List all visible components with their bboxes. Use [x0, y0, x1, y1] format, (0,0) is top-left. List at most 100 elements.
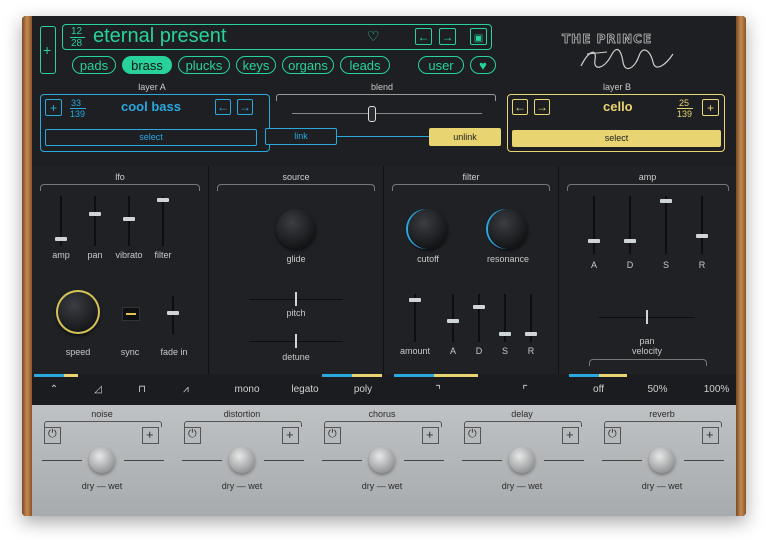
- filter-s-slider[interactable]: [499, 331, 511, 336]
- link-button[interactable]: link: [265, 128, 337, 145]
- fx-distortion-mix-knob[interactable]: [229, 447, 255, 473]
- fx-delay-add-button[interactable]: +: [562, 427, 579, 444]
- filter-type-indicator-b: [434, 374, 478, 377]
- layer-a-next-button[interactable]: →: [237, 99, 253, 115]
- category-plucks[interactable]: plucks: [178, 56, 230, 74]
- fx-chorus-add-button[interactable]: +: [422, 427, 439, 444]
- next-preset-button[interactable]: →: [439, 28, 456, 45]
- fx-noise-mix-knob[interactable]: [89, 447, 115, 473]
- filter-d-slider[interactable]: [473, 304, 485, 309]
- lfo-vibrato-slider[interactable]: [123, 216, 135, 221]
- power-icon: ⏻: [48, 428, 57, 440]
- category-brass[interactable]: brass: [122, 56, 172, 74]
- filter-title-bracket: [392, 184, 550, 191]
- fx-distortion-power-button[interactable]: ⏻: [184, 427, 201, 444]
- fx-reverb-power-button[interactable]: ⏻: [604, 427, 621, 444]
- layer-b-add-button[interactable]: +: [702, 99, 719, 116]
- lfo-panel: lfo amp pan vibrato filter speed sync fade …: [32, 166, 209, 374]
- category-organs[interactable]: organs: [282, 56, 334, 74]
- velocity-0-tab[interactable]: off: [569, 384, 628, 395]
- detune-slider[interactable]: [295, 334, 297, 348]
- amp-pan-slider[interactable]: [646, 310, 648, 324]
- fx-chorus-mix-knob[interactable]: [369, 447, 395, 473]
- brand-signature: [580, 48, 674, 70]
- fx-noise-power-button[interactable]: ⏻: [44, 427, 61, 444]
- category-pads[interactable]: pads: [72, 56, 116, 74]
- wave-square-tab[interactable]: ⊓: [120, 384, 164, 395]
- mode-mono-tab[interactable]: mono: [218, 384, 276, 395]
- layer-a-select-button[interactable]: select: [45, 129, 257, 146]
- category-keys[interactable]: keys: [236, 56, 276, 74]
- lfo-pan-slider[interactable]: [89, 212, 101, 217]
- plus-icon: +: [706, 101, 714, 115]
- velocity-2-tab[interactable]: 100%: [687, 384, 746, 395]
- lfo-sync-button[interactable]: [122, 307, 140, 321]
- fx-distortion-mix-label: dry — wet: [221, 481, 263, 491]
- heart-outline-icon[interactable]: ♡: [367, 28, 380, 45]
- lfo-filter-track: [162, 196, 164, 246]
- lfo-fade-in-slider[interactable]: [167, 311, 179, 315]
- favorites-button[interactable]: ♥: [470, 56, 496, 74]
- layer-a-name[interactable]: cool bass: [121, 99, 181, 114]
- velocity-1-tab[interactable]: 50%: [628, 384, 687, 395]
- triangle-wave-icon: ⌃: [49, 384, 59, 395]
- fx-delay-power-button[interactable]: ⏻: [464, 427, 481, 444]
- glide-knob[interactable]: [276, 209, 316, 249]
- category-leads[interactable]: leads: [340, 56, 390, 74]
- wave-random-tab[interactable]: ⩘: [164, 384, 208, 395]
- wave-saw-tab[interactable]: ◿: [76, 384, 120, 395]
- mode-legato-tab[interactable]: legato: [276, 384, 334, 395]
- amp-a-track: [593, 196, 595, 254]
- amp-d-slider[interactable]: [624, 239, 636, 244]
- amp-s-slider[interactable]: [660, 198, 672, 203]
- filter-r-slider[interactable]: [525, 331, 537, 336]
- resonance-knob[interactable]: [488, 209, 528, 249]
- fx-chorus-title: chorus: [368, 409, 396, 419]
- velocity-label: velocity: [631, 346, 662, 356]
- fx-distortion-add-button[interactable]: +: [282, 427, 299, 444]
- fx-chorus-power-button[interactable]: ⏻: [324, 427, 341, 444]
- layer-a-prev-button[interactable]: ←: [215, 99, 231, 115]
- preset-name[interactable]: eternal present: [93, 25, 226, 48]
- lfo-filter-label: filter: [154, 250, 172, 260]
- fx-noise-add-button[interactable]: +: [142, 427, 159, 444]
- layer-b-select-button[interactable]: select: [512, 130, 721, 147]
- layer-b-name[interactable]: cello: [603, 99, 633, 114]
- amp-a-slider[interactable]: [588, 239, 600, 244]
- save-preset-button[interactable]: ▣: [470, 28, 487, 45]
- add-preset-button[interactable]: +: [40, 26, 56, 74]
- layer-b-prev-button[interactable]: ←: [512, 99, 528, 115]
- lfo-filter-slider[interactable]: [157, 198, 169, 203]
- layer-a-add-button[interactable]: +: [45, 99, 62, 116]
- arrow-right-icon: →: [441, 30, 454, 44]
- resonance-label: resonance: [486, 254, 530, 264]
- filter-amount-slider[interactable]: [409, 298, 421, 302]
- mode-poly-tab[interactable]: poly: [334, 384, 392, 395]
- fx-delay-mix-knob[interactable]: [509, 447, 535, 473]
- lowpass-tab[interactable]: ⌝: [394, 383, 482, 397]
- wave-triangle-tab[interactable]: ⌃: [32, 384, 76, 395]
- amp-panel: amp A D S R pan velocity: [559, 166, 736, 374]
- pitch-slider[interactable]: [295, 292, 297, 306]
- fx-distortion-title: distortion: [223, 409, 261, 419]
- amp-d-track: [629, 196, 631, 254]
- fx-reverb-mix-knob[interactable]: [649, 447, 675, 473]
- blend-slider-handle[interactable]: [368, 106, 376, 122]
- lfo-speed-knob[interactable]: [56, 290, 100, 334]
- fx-reverb-add-button[interactable]: +: [702, 427, 719, 444]
- filter-d-track: [478, 294, 480, 342]
- amp-s-label: S: [662, 260, 669, 270]
- layer-b-next-button[interactable]: →: [534, 99, 550, 115]
- filter-a-slider[interactable]: [447, 319, 459, 324]
- lfo-amp-slider[interactable]: [55, 237, 67, 242]
- mode-strip: ⌃ ◿ ⊓ ⩘ mono legato poly ⌝ ⌜ off 50% 100%: [32, 374, 736, 405]
- cutoff-label: cutoff: [417, 254, 439, 264]
- highpass-icon: ⌜: [522, 383, 528, 397]
- category-user[interactable]: user: [418, 56, 464, 74]
- amp-r-slider[interactable]: [696, 233, 708, 238]
- unlink-button[interactable]: unlink: [429, 128, 501, 146]
- lfo-wave-indicator: [34, 374, 64, 377]
- cutoff-knob[interactable]: [408, 209, 448, 249]
- prev-preset-button[interactable]: ←: [415, 28, 432, 45]
- highpass-tab[interactable]: ⌜: [482, 383, 568, 397]
